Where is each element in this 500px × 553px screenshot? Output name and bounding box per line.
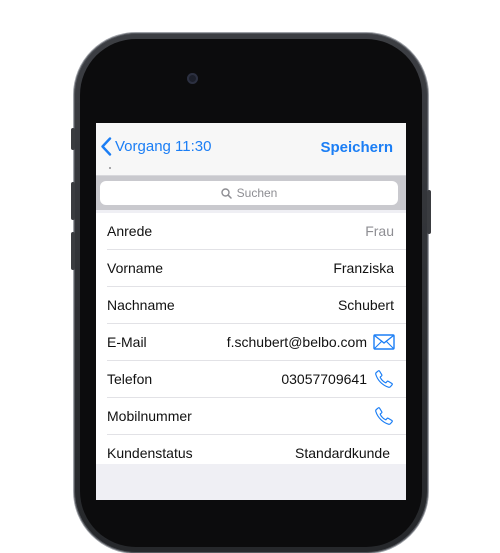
back-button[interactable]: Vorgang 11:30 <box>100 137 211 156</box>
power-button <box>427 190 431 234</box>
search-bar: Suchen <box>96 176 406 210</box>
back-button-label: Vorgang 11:30 <box>115 138 212 155</box>
field-row-vorname[interactable]: Vorname Franziska <box>107 250 406 287</box>
customer-form: Anrede Frau Vorname Franziska Nachname S… <box>96 213 406 471</box>
navigation-bar: Vorgang 11:30 Speichern <box>96 123 406 176</box>
field-value: 03057709641 <box>281 371 367 387</box>
background-area <box>96 464 406 500</box>
field-value: Franziska <box>333 260 394 276</box>
field-value: Schubert <box>337 297 394 313</box>
phone-icon[interactable] <box>373 369 395 389</box>
field-label: Telefon <box>107 371 153 387</box>
search-placeholder: Suchen <box>236 186 278 200</box>
mail-icon[interactable] <box>373 332 395 352</box>
divider-dot <box>109 167 111 169</box>
front-camera <box>187 73 198 84</box>
mute-switch <box>71 128 75 150</box>
volume-up-button <box>71 182 75 220</box>
field-label: E-Mail <box>107 334 147 350</box>
search-input[interactable]: Suchen <box>100 181 398 205</box>
field-row-mobilnummer[interactable]: Mobilnummer <box>107 398 406 435</box>
app-screen: Vorgang 11:30 Speichern Suchen Anrede Fr… <box>96 123 406 500</box>
field-value: Standardkunde <box>295 445 390 461</box>
field-value: Frau <box>365 223 394 239</box>
field-row-anrede[interactable]: Anrede Frau <box>107 213 406 250</box>
volume-down-button <box>71 232 75 270</box>
field-row-nachname[interactable]: Nachname Schubert <box>107 287 406 324</box>
field-label: Mobilnummer <box>107 408 192 424</box>
field-label: Kundenstatus <box>107 445 193 461</box>
field-label: Nachname <box>107 297 175 313</box>
chevron-left-icon <box>101 137 112 156</box>
field-value: f.schubert@belbo.com <box>226 334 367 350</box>
phone-icon[interactable] <box>373 406 395 426</box>
save-button[interactable]: Speichern <box>320 139 393 156</box>
search-icon <box>220 187 232 199</box>
field-row-email[interactable]: E-Mail f.schubert@belbo.com <box>107 324 406 361</box>
field-label: Anrede <box>107 223 153 239</box>
field-label: Vorname <box>107 260 164 276</box>
field-row-telefon[interactable]: Telefon 03057709641 <box>107 361 406 398</box>
